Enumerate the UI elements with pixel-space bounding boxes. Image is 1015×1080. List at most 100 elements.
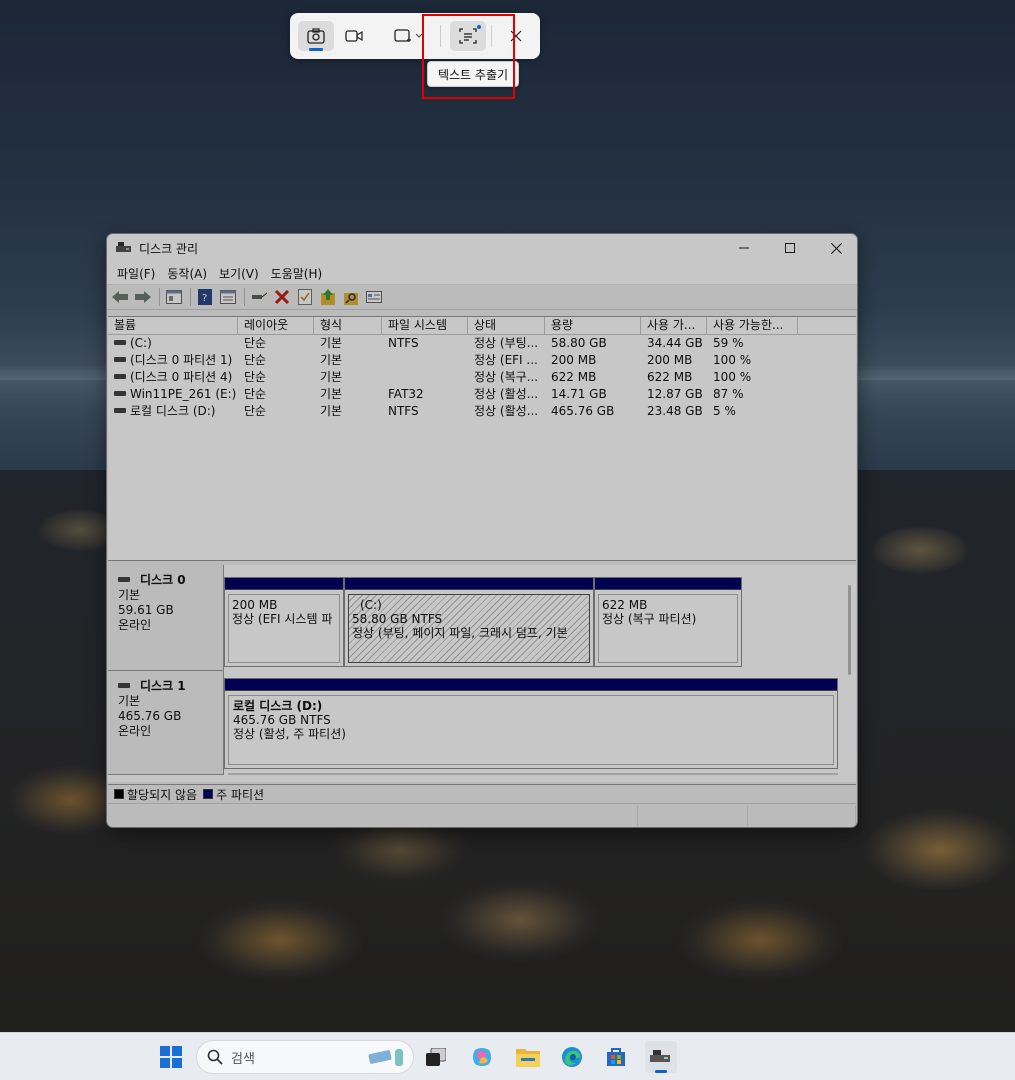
- volume-row[interactable]: 로컬 디스크 (D:) 단순 기본 NTFS 정상 (활성... 465.76 …: [108, 403, 856, 420]
- status-pane: [638, 806, 748, 826]
- volume-status: 정상 (활성...: [474, 387, 539, 401]
- volume-icon: [114, 357, 126, 362]
- copilot-icon: [473, 1048, 491, 1066]
- column-percent-free[interactable]: 사용 가능한...: [707, 317, 798, 334]
- volume-percent-free: 100 %: [713, 353, 752, 367]
- taskbar-search-box[interactable]: 검색: [196, 1040, 414, 1074]
- volume-capacity: 200 MB: [551, 353, 597, 367]
- video-mode-button[interactable]: [336, 21, 372, 51]
- volume-file-system: NTFS: [388, 404, 419, 418]
- volume-layout: 단순: [244, 370, 267, 384]
- disk-management-taskbar-button[interactable]: [645, 1041, 677, 1073]
- settings-view-button[interactable]: [365, 288, 383, 306]
- volume-list: 볼륨 레이아웃 형식 파일 시스템 상태 용량 사용 가... 사용 가능한..…: [108, 316, 856, 561]
- menu-action[interactable]: 동작(A): [161, 265, 213, 282]
- help-button[interactable]: ?: [196, 288, 214, 306]
- partition-status: 정상 (부팅, 페이지 파일, 크래시 덤프, 기본: [352, 626, 568, 640]
- volume-layout: 단순: [244, 387, 267, 401]
- minimize-icon: [739, 247, 749, 249]
- properties-view-button[interactable]: [219, 288, 237, 306]
- status-bar: [108, 806, 856, 826]
- microsoft-store-button[interactable]: [600, 1041, 632, 1073]
- copilot-button[interactable]: [466, 1041, 498, 1073]
- windows-start-button[interactable]: [155, 1041, 187, 1073]
- volume-icon: [114, 340, 126, 345]
- partition-size: 200 MB: [232, 598, 278, 612]
- volume-percent-free: 59 %: [713, 336, 744, 350]
- partition-recovery[interactable]: 622 MB 정상 (복구 파티션): [594, 577, 742, 667]
- disk-type: 기본: [118, 588, 141, 602]
- partition-status: 정상 (EFI 시스템 파: [232, 612, 333, 626]
- volume-list-header: 볼륨 레이아웃 형식 파일 시스템 상태 용량 사용 가... 사용 가능한..…: [108, 317, 856, 335]
- volume-name: (디스크 0 파티션 1): [130, 353, 233, 367]
- maximize-button[interactable]: [767, 234, 813, 262]
- volume-free-space: 200 MB: [647, 353, 693, 367]
- folder-up-icon: [321, 289, 335, 305]
- volume-status: 정상 (부팅...: [474, 336, 539, 350]
- partition-line1: 로컬 디스크 (D:): [233, 699, 323, 713]
- volume-icon: [114, 374, 126, 379]
- partition-status: 정상 (복구 파티션): [602, 612, 697, 626]
- delete-button[interactable]: [273, 288, 291, 306]
- forward-button[interactable]: [134, 288, 152, 306]
- edge-browser-button[interactable]: [556, 1041, 588, 1073]
- properties-button[interactable]: [296, 288, 314, 306]
- disk-icon: [118, 577, 130, 582]
- unallocated-swatch: [114, 789, 124, 799]
- file-explorer-icon: [516, 1049, 540, 1067]
- column-free-space[interactable]: 사용 가...: [641, 317, 707, 334]
- volume-file-system: NTFS: [388, 336, 419, 350]
- partition-efi[interactable]: 200 MB 정상 (EFI 시스템 파: [224, 577, 344, 667]
- partition-c[interactable]: (C:) 58.80 GB NTFS 정상 (부팅, 페이지 파일, 크래시 덤…: [344, 577, 594, 667]
- partition-d[interactable]: 로컬 디스크 (D:) 465.76 GB NTFS 정상 (활성, 주 파티션…: [224, 678, 838, 769]
- column-type[interactable]: 형식: [314, 317, 382, 334]
- minimize-button[interactable]: [721, 234, 767, 262]
- toolbar-separator: [190, 288, 191, 306]
- column-volume[interactable]: 볼륨: [108, 317, 238, 334]
- back-button[interactable]: [111, 288, 129, 306]
- disk-status: 온라인: [118, 618, 152, 632]
- volume-row[interactable]: (디스크 0 파티션 1) 단순 기본 정상 (EFI ... 200 MB 2…: [108, 352, 856, 369]
- task-view-button[interactable]: [420, 1041, 452, 1073]
- close-window-button[interactable]: [813, 234, 857, 262]
- horizontal-scrollbar[interactable]: [228, 773, 838, 775]
- search-disk-button[interactable]: [342, 288, 360, 306]
- disk-management-icon: [650, 1050, 670, 1062]
- status-pane: [108, 806, 638, 826]
- vertical-scrollbar[interactable]: [848, 585, 851, 675]
- volume-type: 기본: [320, 353, 343, 367]
- disk-0-label[interactable]: 디스크 0 기본 59.61 GB 온라인: [108, 565, 224, 671]
- toolbar-separator: [159, 288, 160, 306]
- primary-partition-bar: [345, 578, 593, 590]
- volume-row[interactable]: (디스크 0 파티션 4) 단순 기본 정상 (복구... 622 MB 622…: [108, 369, 856, 386]
- volume-type: 기본: [320, 336, 343, 350]
- highlight-box: [422, 14, 515, 99]
- menu-help[interactable]: 도움말(H): [265, 265, 329, 282]
- console-tree-button[interactable]: [165, 288, 183, 306]
- disk-1-label[interactable]: 디스크 1 기본 465.76 GB 온라인: [108, 671, 224, 775]
- import-button[interactable]: [319, 288, 337, 306]
- column-status[interactable]: 상태: [468, 317, 545, 334]
- menu-file[interactable]: 파일(F): [111, 265, 161, 282]
- partition-info: 200 MB 정상 (EFI 시스템 파: [228, 594, 340, 663]
- column-capacity[interactable]: 용량: [545, 317, 641, 334]
- volume-row[interactable]: Win11PE_261 (E:) 단순 기본 FAT32 정상 (활성... 1…: [108, 386, 856, 403]
- settings-panel-icon: [366, 291, 382, 303]
- properties-view-icon: [220, 290, 236, 304]
- title-bar[interactable]: 디스크 관리: [107, 234, 857, 262]
- column-file-system[interactable]: 파일 시스템: [382, 317, 468, 334]
- menu-view[interactable]: 보기(V): [213, 265, 265, 282]
- toolbar-separator: [244, 288, 245, 306]
- window-title: 디스크 관리: [139, 241, 199, 256]
- volume-icon: [114, 408, 126, 413]
- volume-row[interactable]: (C:) 단순 기본 NTFS 정상 (부팅... 58.80 GB 34.44…: [108, 335, 856, 352]
- disk-management-app-icon: [116, 242, 132, 254]
- primary-partition-bar: [225, 578, 343, 590]
- column-layout[interactable]: 레이아웃: [238, 317, 314, 334]
- checklist-icon: [298, 289, 312, 305]
- file-explorer-button[interactable]: [512, 1041, 544, 1073]
- volume-free-space: 12.87 GB: [647, 387, 703, 401]
- partition-info: (C:) 58.80 GB NTFS 정상 (부팅, 페이지 파일, 크래시 덤…: [348, 594, 590, 663]
- connect-disk-button[interactable]: [250, 288, 268, 306]
- screenshot-mode-button[interactable]: [298, 21, 334, 51]
